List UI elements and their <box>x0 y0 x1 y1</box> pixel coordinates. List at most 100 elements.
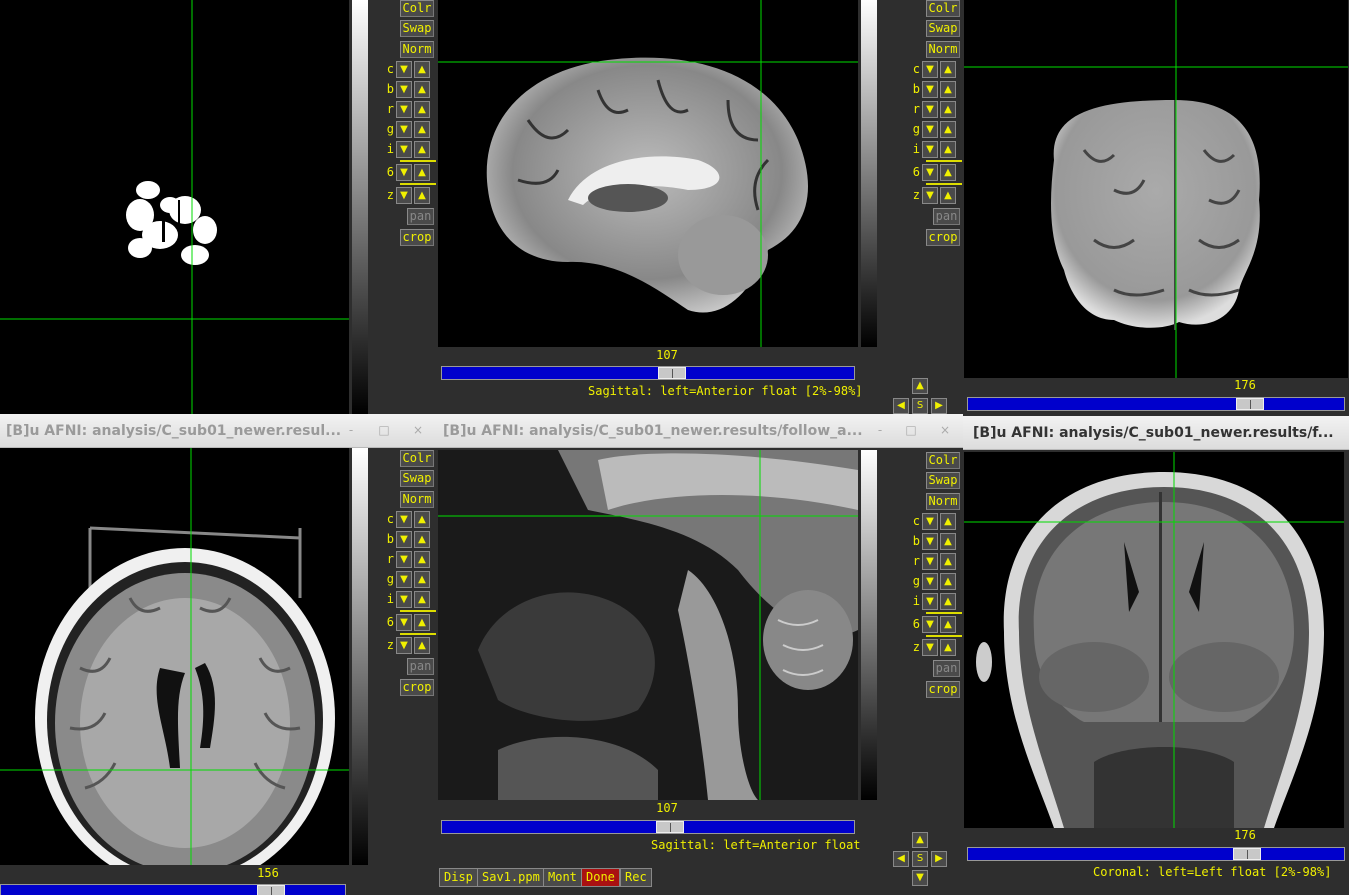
arrow-up-icon[interactable]: ▲ <box>940 573 956 590</box>
colr-button[interactable]: Colr <box>926 0 960 17</box>
norm-button[interactable]: Norm <box>926 493 960 510</box>
arrow-down-icon[interactable]: ▼ <box>396 141 412 158</box>
axial-image[interactable] <box>0 448 349 865</box>
arrow-down-icon[interactable]: ▼ <box>396 187 412 204</box>
mont-button[interactable]: Mont <box>543 868 582 887</box>
arrow-up-icon[interactable]: ▲ <box>940 187 956 204</box>
swap-button[interactable]: Swap <box>400 470 434 487</box>
arrow-up-icon[interactable]: ▲ <box>940 121 956 138</box>
save-button[interactable]: Sav1.ppm <box>477 868 545 887</box>
arrow-down-icon[interactable]: ▼ <box>922 616 938 633</box>
slider-thumb[interactable] <box>1233 848 1261 860</box>
arrow-up-icon[interactable]: ▲ <box>414 187 430 204</box>
arrow-up-icon[interactable]: ▲ <box>940 639 956 656</box>
arrow-up-icon[interactable]: ▲ <box>414 164 430 181</box>
arrow-down-icon[interactable]: ▼ <box>396 571 412 588</box>
pan-button[interactable]: pan <box>933 208 960 225</box>
crop-button[interactable]: crop <box>400 229 434 246</box>
norm-button[interactable]: Norm <box>400 41 434 58</box>
arrow-down-icon[interactable]: ▼ <box>922 533 938 550</box>
grayscale-bar[interactable] <box>861 0 877 347</box>
crop-button[interactable]: crop <box>926 681 960 698</box>
arrow-up-icon[interactable]: ▲ <box>912 378 928 394</box>
arrow-down-icon[interactable]: ▼ <box>396 81 412 98</box>
arrow-down-icon[interactable]: ▼ <box>922 639 938 656</box>
arrow-down-icon[interactable]: ▼ <box>922 593 938 610</box>
grayscale-bar[interactable] <box>352 0 368 414</box>
colr-button[interactable]: Colr <box>926 452 960 469</box>
arrow-up-icon[interactable]: ▲ <box>414 591 430 608</box>
arrow-up-icon[interactable]: ▲ <box>940 513 956 530</box>
swap-button[interactable]: Swap <box>926 20 960 37</box>
arrow-up-icon[interactable]: ▲ <box>414 101 430 118</box>
arrow-up-icon[interactable]: ▲ <box>912 832 928 848</box>
arrow-right-icon[interactable]: ▶ <box>931 398 947 414</box>
arrow-up-icon[interactable]: ▲ <box>414 511 430 528</box>
arrow-down-icon[interactable]: ▼ <box>922 121 938 138</box>
arrow-up-icon[interactable]: ▲ <box>940 164 956 181</box>
slider-thumb[interactable] <box>257 885 285 895</box>
arrow-down-icon[interactable]: ▼ <box>396 511 412 528</box>
norm-button[interactable]: Norm <box>400 491 434 508</box>
slice-slider[interactable] <box>967 847 1345 861</box>
norm-button[interactable]: Norm <box>926 41 960 58</box>
arrow-down-icon[interactable]: ▼ <box>922 573 938 590</box>
arrow-up-icon[interactable]: ▲ <box>414 141 430 158</box>
arrow-down-icon[interactable]: ▼ <box>396 61 412 78</box>
arrow-up-icon[interactable]: ▲ <box>940 616 956 633</box>
arrow-up-icon[interactable]: ▲ <box>414 121 430 138</box>
maximize-icon[interactable]: □ <box>904 423 918 437</box>
arrow-up-icon[interactable]: ▲ <box>940 101 956 118</box>
maximize-icon[interactable]: □ <box>377 423 391 437</box>
window-titlebar[interactable]: [B]u AFNI: analysis/C_sub01_newer.result… <box>963 416 1349 450</box>
coronal-image[interactable] <box>964 452 1344 828</box>
arrow-up-icon[interactable]: ▲ <box>414 551 430 568</box>
arrow-down-icon[interactable]: ▼ <box>396 101 412 118</box>
arrow-up-icon[interactable]: ▲ <box>414 614 430 631</box>
arrow-down-icon[interactable]: ▼ <box>396 551 412 568</box>
arrow-up-icon[interactable]: ▲ <box>940 81 956 98</box>
arrow-down-icon[interactable]: ▼ <box>922 187 938 204</box>
swap-button[interactable]: Swap <box>926 472 960 489</box>
arrow-down-icon[interactable]: ▼ <box>396 121 412 138</box>
slider-thumb[interactable] <box>656 821 684 833</box>
grayscale-bar[interactable] <box>861 450 877 800</box>
arrow-left-icon[interactable]: ◀ <box>893 398 909 414</box>
s-button[interactable]: S <box>912 851 928 867</box>
slice-slider[interactable] <box>967 397 1345 411</box>
axial-image-top[interactable] <box>0 0 349 414</box>
arrow-down-icon[interactable]: ▼ <box>922 553 938 570</box>
arrow-down-icon[interactable]: ▼ <box>922 513 938 530</box>
sagittal-image-top[interactable] <box>438 0 858 347</box>
colr-button[interactable]: Colr <box>400 0 434 17</box>
disp-button[interactable]: Disp <box>439 868 478 887</box>
arrow-down-icon[interactable]: ▼ <box>922 101 938 118</box>
arrow-up-icon[interactable]: ▲ <box>940 61 956 78</box>
arrow-up-icon[interactable]: ▲ <box>940 141 956 158</box>
close-icon[interactable]: × <box>938 423 952 437</box>
arrow-down-icon[interactable]: ▼ <box>922 141 938 158</box>
arrow-right-icon[interactable]: ▶ <box>931 851 947 867</box>
arrow-up-icon[interactable]: ▲ <box>414 571 430 588</box>
crop-button[interactable]: crop <box>926 229 960 246</box>
arrow-down-icon[interactable]: ▼ <box>396 614 412 631</box>
arrow-down-icon[interactable]: ▼ <box>922 81 938 98</box>
swap-button[interactable]: Swap <box>400 20 434 37</box>
window-titlebar[interactable]: [B]u AFNI: analysis/C_sub01_newer.resul.… <box>0 414 437 448</box>
arrow-up-icon[interactable]: ▲ <box>940 553 956 570</box>
colr-button[interactable]: Colr <box>400 450 434 467</box>
slice-slider[interactable] <box>441 820 855 834</box>
arrow-left-icon[interactable]: ◀ <box>893 851 909 867</box>
sagittal-image[interactable] <box>438 450 858 800</box>
s-button[interactable]: S <box>912 398 928 414</box>
pan-button[interactable]: pan <box>933 660 960 677</box>
arrow-up-icon[interactable]: ▲ <box>414 637 430 654</box>
arrow-down-icon[interactable]: ▼ <box>396 531 412 548</box>
crop-button[interactable]: crop <box>400 679 434 696</box>
pan-button[interactable]: pan <box>407 658 434 675</box>
arrow-up-icon[interactable]: ▲ <box>940 533 956 550</box>
pan-button[interactable]: pan <box>407 208 434 225</box>
arrow-up-icon[interactable]: ▲ <box>940 593 956 610</box>
arrow-down-icon[interactable]: ▼ <box>396 637 412 654</box>
arrow-up-icon[interactable]: ▲ <box>414 81 430 98</box>
